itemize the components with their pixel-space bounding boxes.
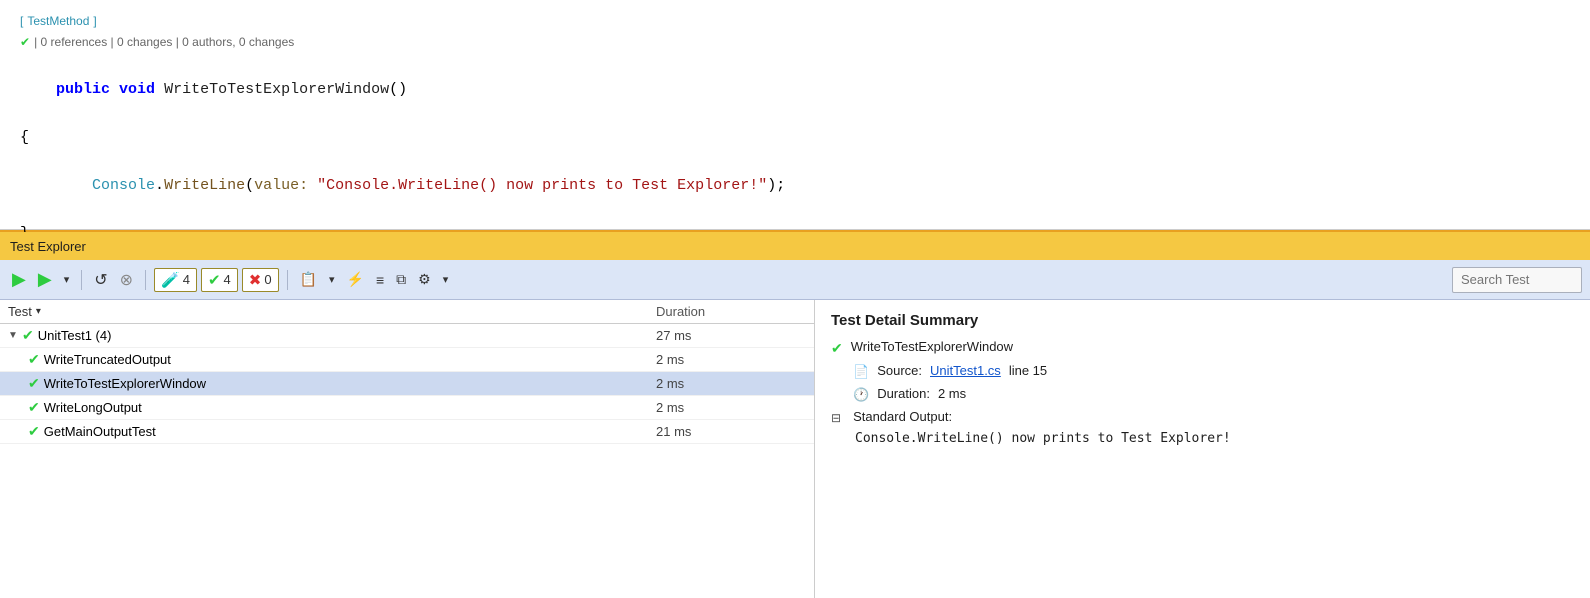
- detail-duration-label: Duration:: [877, 386, 930, 401]
- expand-icon: ▼: [8, 330, 18, 341]
- test-col-sort-icon: ▾: [36, 306, 41, 317]
- tree-row[interactable]: ✔ GetMainOutputTest 21 ms: [0, 420, 814, 444]
- test-explorer-title: Test Explorer: [10, 239, 86, 254]
- playlist-dropdown[interactable]: ▾: [325, 271, 339, 288]
- refresh-button[interactable]: ↺: [90, 268, 111, 292]
- test-duration: 21 ms: [656, 424, 806, 439]
- duration-col-label: Duration: [656, 304, 806, 319]
- fail-count-icon: ✖: [249, 271, 262, 289]
- detail-source-label: Source:: [877, 363, 922, 378]
- check-count-button[interactable]: ✔ 4: [201, 268, 238, 292]
- status-icon: ✔: [22, 327, 34, 344]
- tree-row[interactable]: ✔ WriteTruncatedOutput 2 ms: [0, 348, 814, 372]
- test-duration: 2 ms: [656, 352, 806, 367]
- column-header: Test ▾ Duration: [0, 300, 814, 324]
- playlist-button[interactable]: 📋: [296, 269, 321, 290]
- separator-2: [145, 270, 146, 290]
- code-attribute-line: [TestMethod]: [20, 12, 1570, 31]
- attribute-bracket-close: ]: [93, 12, 96, 31]
- meta-check-icon: ✔: [20, 33, 30, 52]
- detail-source-row: 📄 Source: UnitTest1.cs line 15: [831, 363, 1574, 380]
- detail-std-output-label: Standard Output:: [853, 409, 952, 424]
- copy-button[interactable]: ⧉: [392, 269, 410, 290]
- test-name: WriteTruncatedOutput: [44, 352, 652, 367]
- group-button[interactable]: ≡: [372, 270, 388, 290]
- check-count: 4: [224, 272, 231, 287]
- test-tree-pane: Test ▾ Duration ▼ ✔ UnitTest1 (4) 27 ms …: [0, 300, 815, 598]
- gear-dropdown[interactable]: ▾: [439, 271, 453, 288]
- test-tree: ▼ ✔ UnitTest1 (4) 27 ms ✔ WriteTruncated…: [0, 324, 814, 598]
- status-icon: ✔: [28, 375, 40, 392]
- lightning-button[interactable]: ⚡: [343, 269, 368, 290]
- detail-title: Test Detail Summary: [831, 312, 1574, 329]
- test-name: WriteLongOutput: [44, 400, 652, 415]
- tree-row[interactable]: ✔ WriteToTestExplorerWindow 2 ms: [0, 372, 814, 396]
- test-explorer-content: Test ▾ Duration ▼ ✔ UnitTest1 (4) 27 ms …: [0, 300, 1590, 598]
- gear-button[interactable]: ⚙: [414, 269, 435, 290]
- detail-duration-value: 2 ms: [938, 386, 966, 401]
- status-icon: ✔: [28, 351, 40, 368]
- detail-clock-icon: 🕐: [853, 387, 869, 403]
- check-count-icon: ✔: [208, 271, 221, 289]
- detail-status-icon: ✔: [831, 340, 843, 357]
- status-icon: ✔: [28, 423, 40, 440]
- attribute-bracket-open: [: [20, 12, 23, 31]
- test-duration: 27 ms: [656, 328, 806, 343]
- code-body: Console.WriteLine(value: "Console.WriteL…: [20, 150, 1570, 222]
- run-all-button[interactable]: ▶: [8, 267, 30, 292]
- detail-duration-row: 🕐 Duration: 2 ms: [831, 386, 1574, 403]
- code-editor: [TestMethod] ✔ | 0 references | 0 change…: [0, 0, 1590, 230]
- fail-count: 0: [264, 272, 271, 287]
- test-name: WriteToTestExplorerWindow: [44, 376, 652, 391]
- separator-1: [81, 270, 82, 290]
- test-detail-pane: Test Detail Summary ✔ WriteToTestExplore…: [815, 300, 1590, 598]
- attribute-name: TestMethod: [27, 12, 89, 31]
- test-name: UnitTest1 (4): [38, 328, 652, 343]
- status-icon: ✔: [28, 399, 40, 416]
- detail-collapse-icon[interactable]: ⊟: [831, 411, 841, 425]
- fail-count-button[interactable]: ✖ 0: [242, 268, 279, 292]
- test-duration: 2 ms: [656, 400, 806, 415]
- run-button[interactable]: ▶: [34, 267, 56, 292]
- tree-row[interactable]: ▼ ✔ UnitTest1 (4) 27 ms: [0, 324, 814, 348]
- flask-icon: 🧪: [161, 271, 180, 289]
- tree-row[interactable]: ✔ WriteLongOutput 2 ms: [0, 396, 814, 420]
- test-explorer-toolbar: ▶ ▶ ▾ ↺ ⊗ 🧪 4 ✔ 4 ✖ 0 📋 ▾ ⚡ ≡ ⧉ ⚙ ▾: [0, 260, 1590, 300]
- separator-3: [287, 270, 288, 290]
- dropdown-button[interactable]: ▾: [60, 271, 74, 288]
- detail-source-file[interactable]: UnitTest1.cs: [930, 363, 1001, 378]
- detail-source-line: line 15: [1009, 363, 1047, 378]
- detail-test-name-row: ✔ WriteToTestExplorerWindow: [831, 339, 1574, 357]
- code-signature: public void WriteToTestExplorerWindow(): [20, 54, 1570, 126]
- detail-std-output-value: Console.WriteLine() now prints to Test E…: [831, 431, 1574, 446]
- detail-test-name: WriteToTestExplorerWindow: [851, 339, 1013, 354]
- detail-source-icon: 📄: [853, 364, 869, 380]
- search-test-input[interactable]: [1452, 267, 1582, 293]
- test-col-label: Test: [8, 304, 32, 319]
- cancel-button[interactable]: ⊗: [116, 268, 137, 292]
- test-name: GetMainOutputTest: [44, 424, 652, 439]
- flask-count-button[interactable]: 🧪 4: [154, 268, 197, 292]
- code-meta-info: ✔ | 0 references | 0 changes | 0 authors…: [20, 33, 1570, 52]
- meta-references: | 0 references | 0 changes | 0 authors, …: [34, 33, 294, 52]
- test-column-header[interactable]: Test ▾: [8, 304, 656, 319]
- test-explorer-panel: Test Explorer ▶ ▶ ▾ ↺ ⊗ 🧪 4 ✔ 4 ✖ 0 📋 ▾ …: [0, 230, 1590, 598]
- test-explorer-titlebar: Test Explorer: [0, 232, 1590, 260]
- detail-std-output-row: ⊟ Standard Output:: [831, 409, 1574, 425]
- test-duration: 2 ms: [656, 376, 806, 391]
- flask-count: 4: [183, 272, 190, 287]
- code-brace-open: {: [20, 126, 1570, 150]
